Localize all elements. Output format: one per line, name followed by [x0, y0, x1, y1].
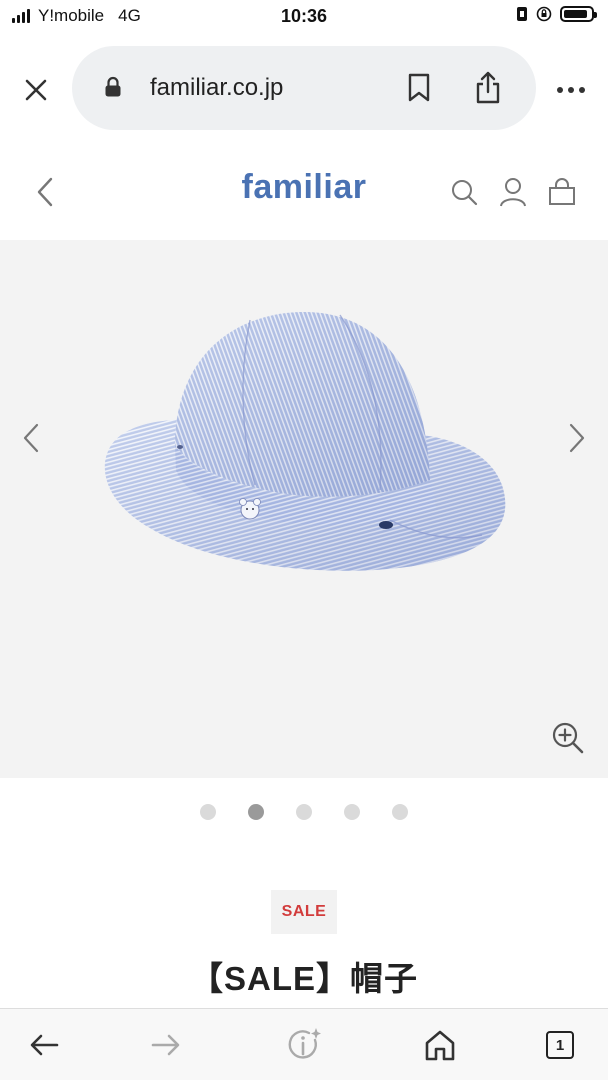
cart-button[interactable] — [546, 176, 578, 208]
url-text: familiar.co.jp — [150, 74, 284, 101]
share-button[interactable] — [470, 68, 506, 108]
share-icon — [476, 71, 500, 104]
pagination-dot[interactable] — [296, 804, 312, 820]
close-icon — [25, 79, 47, 101]
home-icon — [425, 1030, 455, 1061]
pagination-dot[interactable] — [344, 804, 360, 820]
info-sparkle-icon — [288, 1028, 321, 1059]
close-button[interactable] — [18, 72, 54, 108]
battery-level — [564, 10, 587, 18]
tabs-button[interactable]: 1 — [538, 1023, 582, 1067]
search-icon — [452, 180, 478, 206]
home-button[interactable] — [418, 1023, 462, 1067]
product-gallery[interactable] — [0, 240, 608, 778]
back-arrow-icon — [30, 1034, 59, 1056]
product-image — [104, 311, 506, 571]
page-info-button[interactable] — [282, 1023, 326, 1067]
chevron-left-icon — [23, 423, 39, 453]
search-button[interactable] — [448, 176, 480, 208]
lock-icon — [105, 76, 121, 97]
address-bar[interactable]: familiar.co.jp — [72, 46, 536, 130]
bookmark-icon — [408, 73, 430, 102]
product-title: 【SALE】帽子 — [189, 960, 418, 997]
zoom-in-icon — [552, 722, 584, 754]
sim-icon — [517, 7, 527, 21]
chevron-right-icon — [569, 423, 585, 453]
gallery-next-button[interactable] — [562, 418, 592, 458]
account-button[interactable] — [497, 176, 529, 208]
gallery-prev-button[interactable] — [16, 418, 46, 458]
bookmark-button[interactable] — [402, 70, 436, 106]
orientation-lock-icon — [536, 6, 552, 22]
pagination-dot[interactable] — [248, 804, 264, 820]
pagination-dot[interactable] — [392, 804, 408, 820]
user-icon — [500, 178, 526, 207]
status-right — [516, 6, 597, 22]
tabs-icon: 1 — [546, 1031, 574, 1059]
more-button[interactable] — [554, 78, 588, 102]
more-icon — [557, 87, 585, 93]
browser-toolbar: 1 — [0, 1008, 608, 1080]
browser-bar: familiar.co.jp — [0, 36, 608, 146]
gallery-pagination — [0, 804, 608, 828]
sale-badge: SALE — [271, 890, 337, 934]
status-bar: Y!mobile 4G 10:36 — [0, 0, 608, 36]
bag-icon — [549, 178, 575, 205]
zoom-button[interactable] — [548, 718, 588, 758]
forward-arrow-icon — [151, 1034, 180, 1056]
battery-icon — [560, 6, 597, 22]
site-header: familiar — [0, 146, 608, 240]
nav-forward-button[interactable] — [144, 1023, 188, 1067]
nav-back-button[interactable] — [22, 1023, 66, 1067]
pagination-dot[interactable] — [200, 804, 216, 820]
